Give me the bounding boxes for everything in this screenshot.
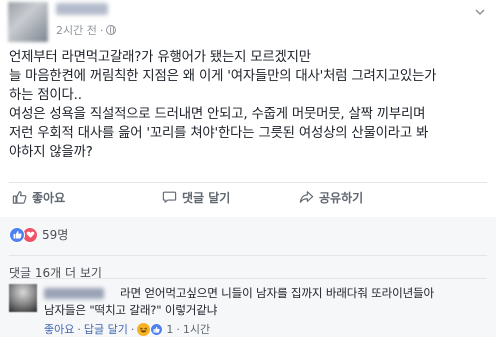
speech-bubble-icon [162,191,177,203]
post-timestamp[interactable]: 2시간 전 [56,22,97,38]
divider [9,255,487,256]
meta-separator: · [130,322,135,336]
chevron-down-icon[interactable] [474,6,486,18]
post-line: 야하지 않을까? [9,145,93,161]
post-meta: 2시간 전 · [56,22,117,38]
meta-separator: · [99,23,104,37]
comment-button-label: 댓글 달기 [182,190,231,205]
comment-like-link[interactable]: 좋아요 [44,321,74,337]
divider [9,278,487,279]
comment-line: 라면 얻어먹고싶으면 니들이 남자를 집까지 바래다줘 또라이년들아 [120,286,434,300]
comment-reaction-count[interactable]: 1 [166,323,173,336]
post-line: 저런 우회적 대사를 읊어 '꼬리를 쳐야'한다는 그릇된 여성상의 산물이라고… [9,126,429,142]
comment-meta: 좋아요 · 답글 달기 · 1 · 1시간 [44,321,210,337]
comment-button[interactable]: 댓글 달기 [162,189,230,206]
reaction-count[interactable]: 59명 [42,226,68,243]
reaction-summary[interactable]: 59명 [9,226,68,243]
like-button[interactable]: 좋아요 [12,189,65,206]
thumbs-up-icon [12,191,27,204]
globe-icon [106,25,117,35]
post-line: 언제부터 라면먹고갈래?가 유행어가 됐는지 모르겠지만 [9,50,311,65]
post-action-bar: 좋아요 댓글 달기 공유하기 [0,184,496,210]
like-reaction-icon [150,322,164,336]
comment-line: 남자들은 "떡치고 갈래?" 이렇거같냐 [44,303,218,317]
comment-reply-link[interactable]: 답글 달기 [84,321,128,337]
divider [9,182,487,183]
post-line: 늘 마음한켠에 꺼림칙한 지점은 왜 이게 '여자들만의 대사'처럼 그려지고있… [9,69,437,85]
haha-reaction-icon [137,322,151,336]
like-reaction-icon [9,226,25,243]
author-avatar[interactable] [8,2,48,42]
commenter-avatar[interactable] [9,284,37,312]
share-button[interactable]: 공유하기 [299,189,363,206]
comment-time[interactable]: 1시간 [183,321,210,337]
share-arrow-icon [299,191,314,203]
meta-separator: · [77,322,81,336]
author-name-redacted[interactable] [56,3,108,15]
like-button-label: 좋아요 [32,190,66,205]
meta-separator: · [176,322,180,336]
post-line: 하는 점이다.. [9,88,82,104]
facebook-post-card: 2시간 전 · 언제부터 라면먹고갈래?가 유행어가 됐는지 모르겠지만 늘 마… [0,0,496,337]
share-button-label: 공유하기 [319,190,364,205]
post-line: 여성은 성욕을 직설적으로 드러내면 안되고, 수줍게 머뭇머뭇, 살짝 끼부리… [9,107,426,123]
post-body: 언제부터 라면먹고갈래?가 유행어가 됐는지 모르겠지만 늘 마음한켠에 꺼림칙… [9,48,495,163]
comment-body: 라면 얻어먹고싶으면 니들이 남자를 집까지 바래다줘 또라이년들아 남자들은 … [44,285,494,319]
